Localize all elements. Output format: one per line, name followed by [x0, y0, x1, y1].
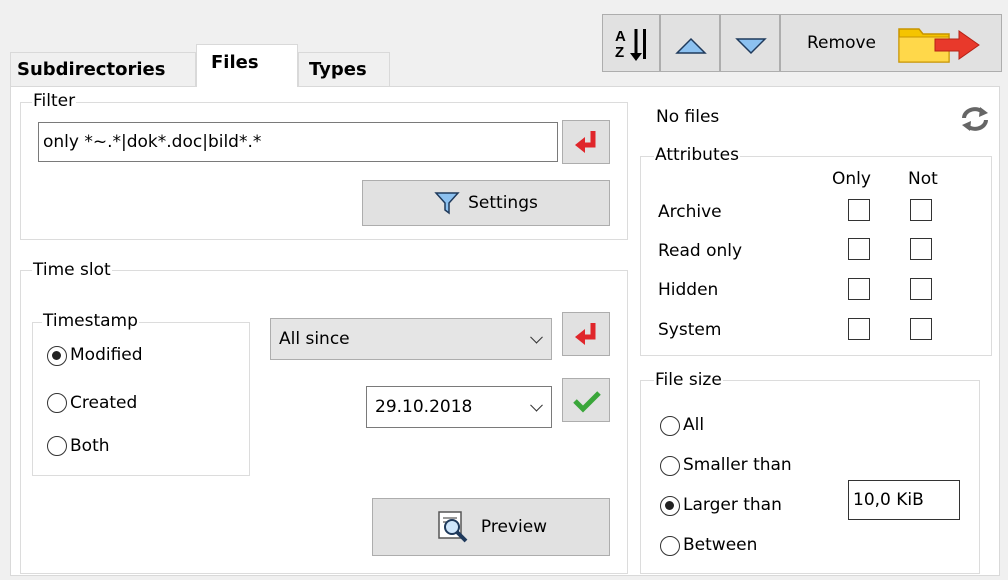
checkbox-archive-only[interactable]	[848, 199, 870, 221]
time-mode-value: All since	[279, 329, 350, 349]
date-picker[interactable]: 29.10.2018	[366, 386, 552, 428]
size-value: 10,0 KiB	[853, 490, 924, 510]
time-apply-button[interactable]	[562, 312, 610, 356]
tab-subdirectories-label: Subdirectories	[17, 59, 166, 80]
radio-modified-label: Modified	[70, 345, 143, 365]
remove-label: Remove	[807, 33, 876, 53]
attributes-group-label: Attributes	[654, 145, 740, 165]
radio-created-label: Created	[70, 393, 138, 413]
attr-readonly-label: Read only	[658, 241, 743, 261]
sort-az-icon: A Z	[615, 28, 646, 61]
svg-text:A: A	[615, 28, 626, 45]
time-slot-group-label: Time slot	[32, 260, 112, 280]
timestamp-group-label: Timestamp	[42, 311, 139, 331]
column-only-label: Only	[832, 169, 871, 189]
radio-both[interactable]	[47, 436, 67, 456]
date-confirm-button[interactable]	[562, 378, 610, 422]
checkbox-hidden-only[interactable]	[848, 278, 870, 300]
radio-size-all-label: All	[683, 415, 705, 435]
chevron-down-icon	[530, 398, 543, 412]
settings-label: Settings	[468, 193, 538, 213]
tab-files-label: Files	[211, 52, 259, 73]
filter-funnel-icon	[434, 192, 460, 215]
checkbox-archive-not[interactable]	[910, 199, 932, 221]
chevron-down-icon	[530, 330, 543, 344]
checkbox-system-only[interactable]	[848, 318, 870, 340]
radio-size-between[interactable]	[660, 536, 680, 556]
attr-archive-label: Archive	[658, 202, 722, 222]
radio-size-smaller[interactable]	[660, 456, 680, 476]
remove-button[interactable]: Remove	[780, 14, 1002, 72]
filter-group-label: Filter	[32, 91, 77, 111]
attr-hidden-label: Hidden	[658, 280, 719, 300]
size-value-input[interactable]: 10,0 KiB	[848, 480, 960, 520]
radio-size-larger-label: Larger than	[683, 495, 782, 515]
checkbox-hidden-not[interactable]	[910, 278, 932, 300]
filter-input[interactable]: only *~.*|dok*.doc|bild*.*	[38, 122, 558, 162]
preview-label: Preview	[480, 517, 548, 537]
settings-button[interactable]: Settings	[362, 180, 610, 226]
tab-subdirectories[interactable]: Subdirectories	[10, 52, 196, 86]
file-count-status: No files	[656, 107, 720, 127]
refresh-icon[interactable]	[958, 104, 992, 134]
radio-size-all[interactable]	[660, 416, 680, 436]
sort-button[interactable]: A Z	[602, 14, 660, 72]
radio-size-between-label: Between	[683, 535, 758, 555]
time-mode-select[interactable]: All since	[270, 318, 552, 360]
preview-button[interactable]: Preview	[372, 498, 610, 556]
radio-size-smaller-label: Smaller than	[683, 455, 792, 475]
enter-arrow-icon	[575, 323, 596, 345]
triangle-down-icon	[735, 38, 767, 55]
enter-arrow-icon	[575, 131, 596, 153]
radio-created[interactable]	[47, 393, 67, 413]
check-icon	[573, 391, 601, 413]
file-size-group-label: File size	[654, 370, 723, 390]
move-up-button[interactable]	[660, 14, 720, 72]
tab-files[interactable]: Files	[196, 44, 298, 87]
filter-apply-button[interactable]	[562, 120, 610, 164]
triangle-up-icon	[675, 37, 707, 54]
date-value: 29.10.2018	[375, 397, 473, 417]
folder-arrow-icon	[898, 28, 980, 63]
magnifier-document-icon	[438, 511, 468, 543]
svg-text:Z: Z	[615, 44, 624, 61]
attr-system-label: System	[658, 320, 722, 340]
radio-both-label: Both	[70, 436, 110, 456]
radio-size-larger[interactable]	[660, 496, 680, 516]
move-down-button[interactable]	[720, 14, 780, 72]
filter-input-value: only *~.*|dok*.doc|bild*.*	[43, 132, 262, 152]
checkbox-readonly-not[interactable]	[910, 238, 932, 260]
tab-types-label: Types	[309, 59, 367, 80]
radio-modified[interactable]	[47, 346, 67, 366]
tab-types[interactable]: Types	[298, 52, 390, 86]
checkbox-system-not[interactable]	[910, 318, 932, 340]
checkbox-readonly-only[interactable]	[848, 238, 870, 260]
column-not-label: Not	[908, 169, 938, 189]
